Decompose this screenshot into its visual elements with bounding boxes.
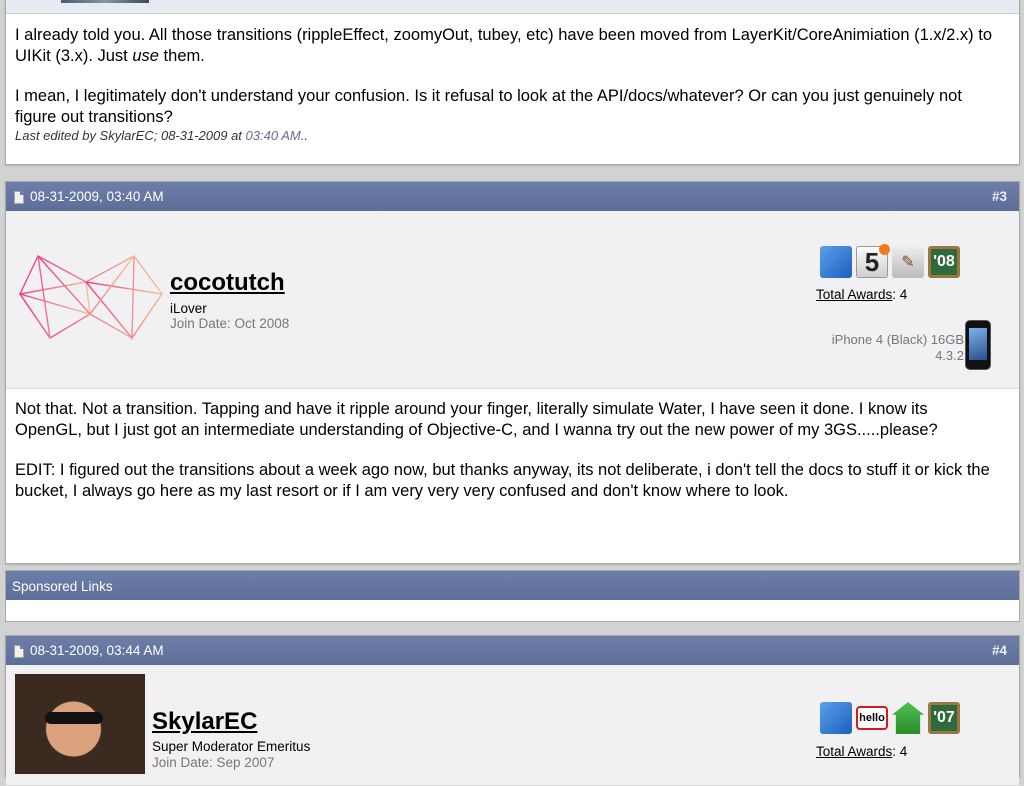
post-previous: I already told you. All those transition… — [5, 0, 1020, 165]
year-07-award-icon[interactable]: '07 — [928, 702, 960, 734]
post-header: 08-31-2009, 03:40 AM #3 — [6, 182, 1019, 211]
sponsored-header: Sponsored Links — [6, 571, 1019, 600]
total-awards: Total Awards: 4 — [816, 287, 908, 302]
five-award-icon[interactable]: 5 — [856, 244, 890, 278]
avatar — [61, 0, 149, 3]
username-link[interactable]: cocotutch — [170, 269, 285, 297]
post-number[interactable]: #3 — [992, 189, 1007, 204]
post-header: 08-31-2009, 03:44 AM #4 — [6, 636, 1019, 665]
xcode-award-icon[interactable] — [820, 246, 852, 278]
message-paragraph: EDIT: I figured out the transitions abou… — [15, 461, 990, 500]
post-icon — [14, 645, 24, 658]
xcode-award-icon[interactable] — [820, 702, 852, 734]
year-08-award-icon[interactable]: '08 — [928, 246, 960, 278]
award-badges: 5 ✎ '08 — [820, 244, 960, 278]
iphone-icon — [965, 320, 991, 370]
award-badges: hello '07 — [820, 702, 960, 734]
avatar[interactable] — [15, 674, 145, 774]
tools-award-icon[interactable]: ✎ — [892, 246, 924, 278]
post-number[interactable]: #4 — [992, 643, 1007, 658]
post-number-link[interactable]: #4 — [992, 643, 1007, 658]
user-title: iLover — [170, 301, 207, 316]
total-awards-link[interactable]: Total Awards — [816, 744, 892, 759]
hello-award-icon[interactable]: hello — [856, 706, 888, 730]
avatar-glasses — [45, 712, 103, 724]
message-paragraph: I mean, I legitimately don't understand … — [15, 87, 962, 126]
device-info: iPhone 4 (Black) 16GB 4.3.2 — [831, 332, 964, 363]
post-4: 08-31-2009, 03:44 AM #4 SkylarEC Super M… — [5, 635, 1020, 786]
user-title: Super Moderator Emeritus — [152, 739, 311, 754]
sponsored-links: Sponsored Links — [5, 570, 1020, 622]
message-paragraph: Not that. Not a transition. Tapping and … — [15, 400, 938, 439]
join-date: Join Date: Oct 2008 — [170, 316, 290, 331]
emphasis-text: use — [132, 46, 159, 65]
total-awards: Total Awards: 4 — [816, 744, 908, 759]
post-icon — [14, 191, 24, 204]
last-edited-note: Last edited by SkylarEC; 08-31-2009 at 0… — [15, 128, 308, 143]
message-paragraph: I already told you. All those transition… — [15, 26, 993, 65]
post-message: Not that. Not a transition. Tapping and … — [15, 399, 999, 501]
sponsored-title: Sponsored Links — [12, 579, 113, 594]
post-date: 08-31-2009, 03:40 AM — [30, 189, 164, 204]
post-previous-message: I already told you. All those transition… — [15, 25, 999, 127]
house-award-icon[interactable] — [892, 702, 924, 734]
post-3: 08-31-2009, 03:40 AM #3 cocotutch iLover… — [5, 181, 1020, 564]
edited-time-link[interactable]: 03:40 AM — [246, 128, 301, 143]
avatar[interactable] — [16, 254, 166, 340]
post-userbar: cocotutch iLover Join Date: Oct 2008 5 ✎… — [6, 211, 1019, 389]
post-number-link[interactable]: #3 — [992, 189, 1007, 204]
post-previous-userbar — [6, 0, 1019, 14]
username-link[interactable]: SkylarEC — [152, 708, 257, 736]
total-awards-link[interactable]: Total Awards — [816, 287, 892, 302]
post-date: 08-31-2009, 03:44 AM — [30, 643, 164, 658]
